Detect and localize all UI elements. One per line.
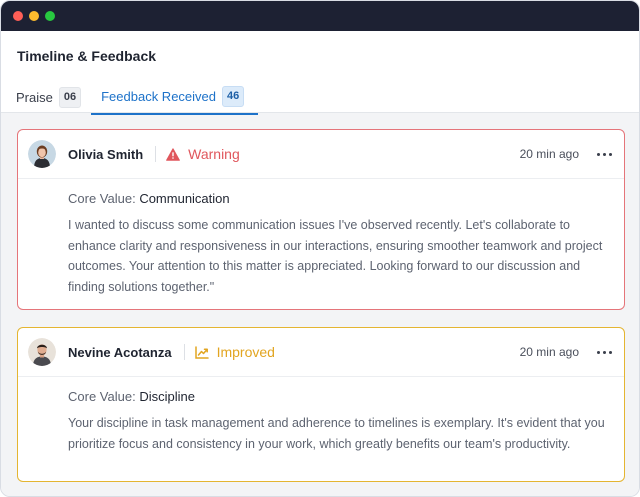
feedback-message: Your discipline in task management and a…: [68, 416, 605, 451]
close-window-button[interactable]: [13, 11, 23, 21]
feedback-message: I wanted to discuss some communication i…: [68, 218, 603, 294]
timestamp: 20 min ago: [519, 345, 579, 359]
window-titlebar: [1, 1, 639, 31]
feedback-card-body: Core Value: Communication I wanted to di…: [18, 179, 624, 297]
status-badge: Improved: [194, 344, 275, 360]
divider: [155, 146, 157, 162]
page-header: Timeline & Feedback Praise 06 Feedback R…: [1, 31, 639, 115]
timestamp: 20 min ago: [519, 147, 579, 161]
tab-count-badge: 46: [222, 86, 245, 107]
core-value-label: Core Value:: [68, 389, 136, 404]
core-value-label: Core Value:: [68, 191, 136, 206]
core-value: Core Value: Communication: [68, 191, 614, 206]
core-value-name: Discipline: [139, 389, 195, 404]
tab-label: Praise: [16, 90, 53, 105]
main-content: Timeline & Feedback Praise 06 Feedback R…: [1, 31, 639, 496]
status-badge: Warning: [166, 146, 240, 162]
status-label: Warning: [188, 146, 240, 162]
core-value-name: Communication: [139, 191, 230, 206]
minimize-window-button[interactable]: [29, 11, 39, 21]
core-value: Core Value: Discipline: [68, 389, 614, 404]
tab-label: Feedback Received: [101, 89, 217, 104]
tab-praise[interactable]: Praise 06: [16, 80, 91, 115]
feedback-card: Olivia Smith Warning 20 min ago Core Val…: [17, 129, 625, 310]
more-options-icon[interactable]: [595, 347, 614, 358]
maximize-window-button[interactable]: [45, 11, 55, 21]
warning-triangle-icon: [166, 147, 181, 161]
feedback-card-header: Olivia Smith Warning 20 min ago: [18, 130, 624, 179]
page-title: Timeline & Feedback: [17, 48, 157, 64]
user-avatar-icon: [28, 140, 56, 168]
app-window: Timeline & Feedback Praise 06 Feedback R…: [0, 0, 640, 497]
status-label: Improved: [216, 344, 275, 360]
feedback-card: Nevine Acotanza Improved 20 min ago Core…: [17, 327, 625, 482]
divider: [183, 344, 185, 360]
feedback-card-header: Nevine Acotanza Improved 20 min ago: [18, 328, 624, 377]
feedback-card-body: Core Value: Discipline Your discipline i…: [18, 377, 624, 454]
more-options-icon[interactable]: [595, 149, 614, 160]
avatar[interactable]: [28, 140, 56, 168]
tab-bar: Praise 06 Feedback Received 46: [16, 80, 623, 115]
user-name[interactable]: Olivia Smith: [68, 147, 143, 162]
tab-count-badge: 06: [58, 87, 82, 108]
avatar[interactable]: [28, 338, 56, 366]
user-name[interactable]: Nevine Acotanza: [68, 345, 172, 360]
trend-up-chart-icon: [194, 345, 209, 359]
tab-feedback-received[interactable]: Feedback Received 46: [91, 80, 259, 115]
user-avatar-icon: [28, 338, 56, 366]
